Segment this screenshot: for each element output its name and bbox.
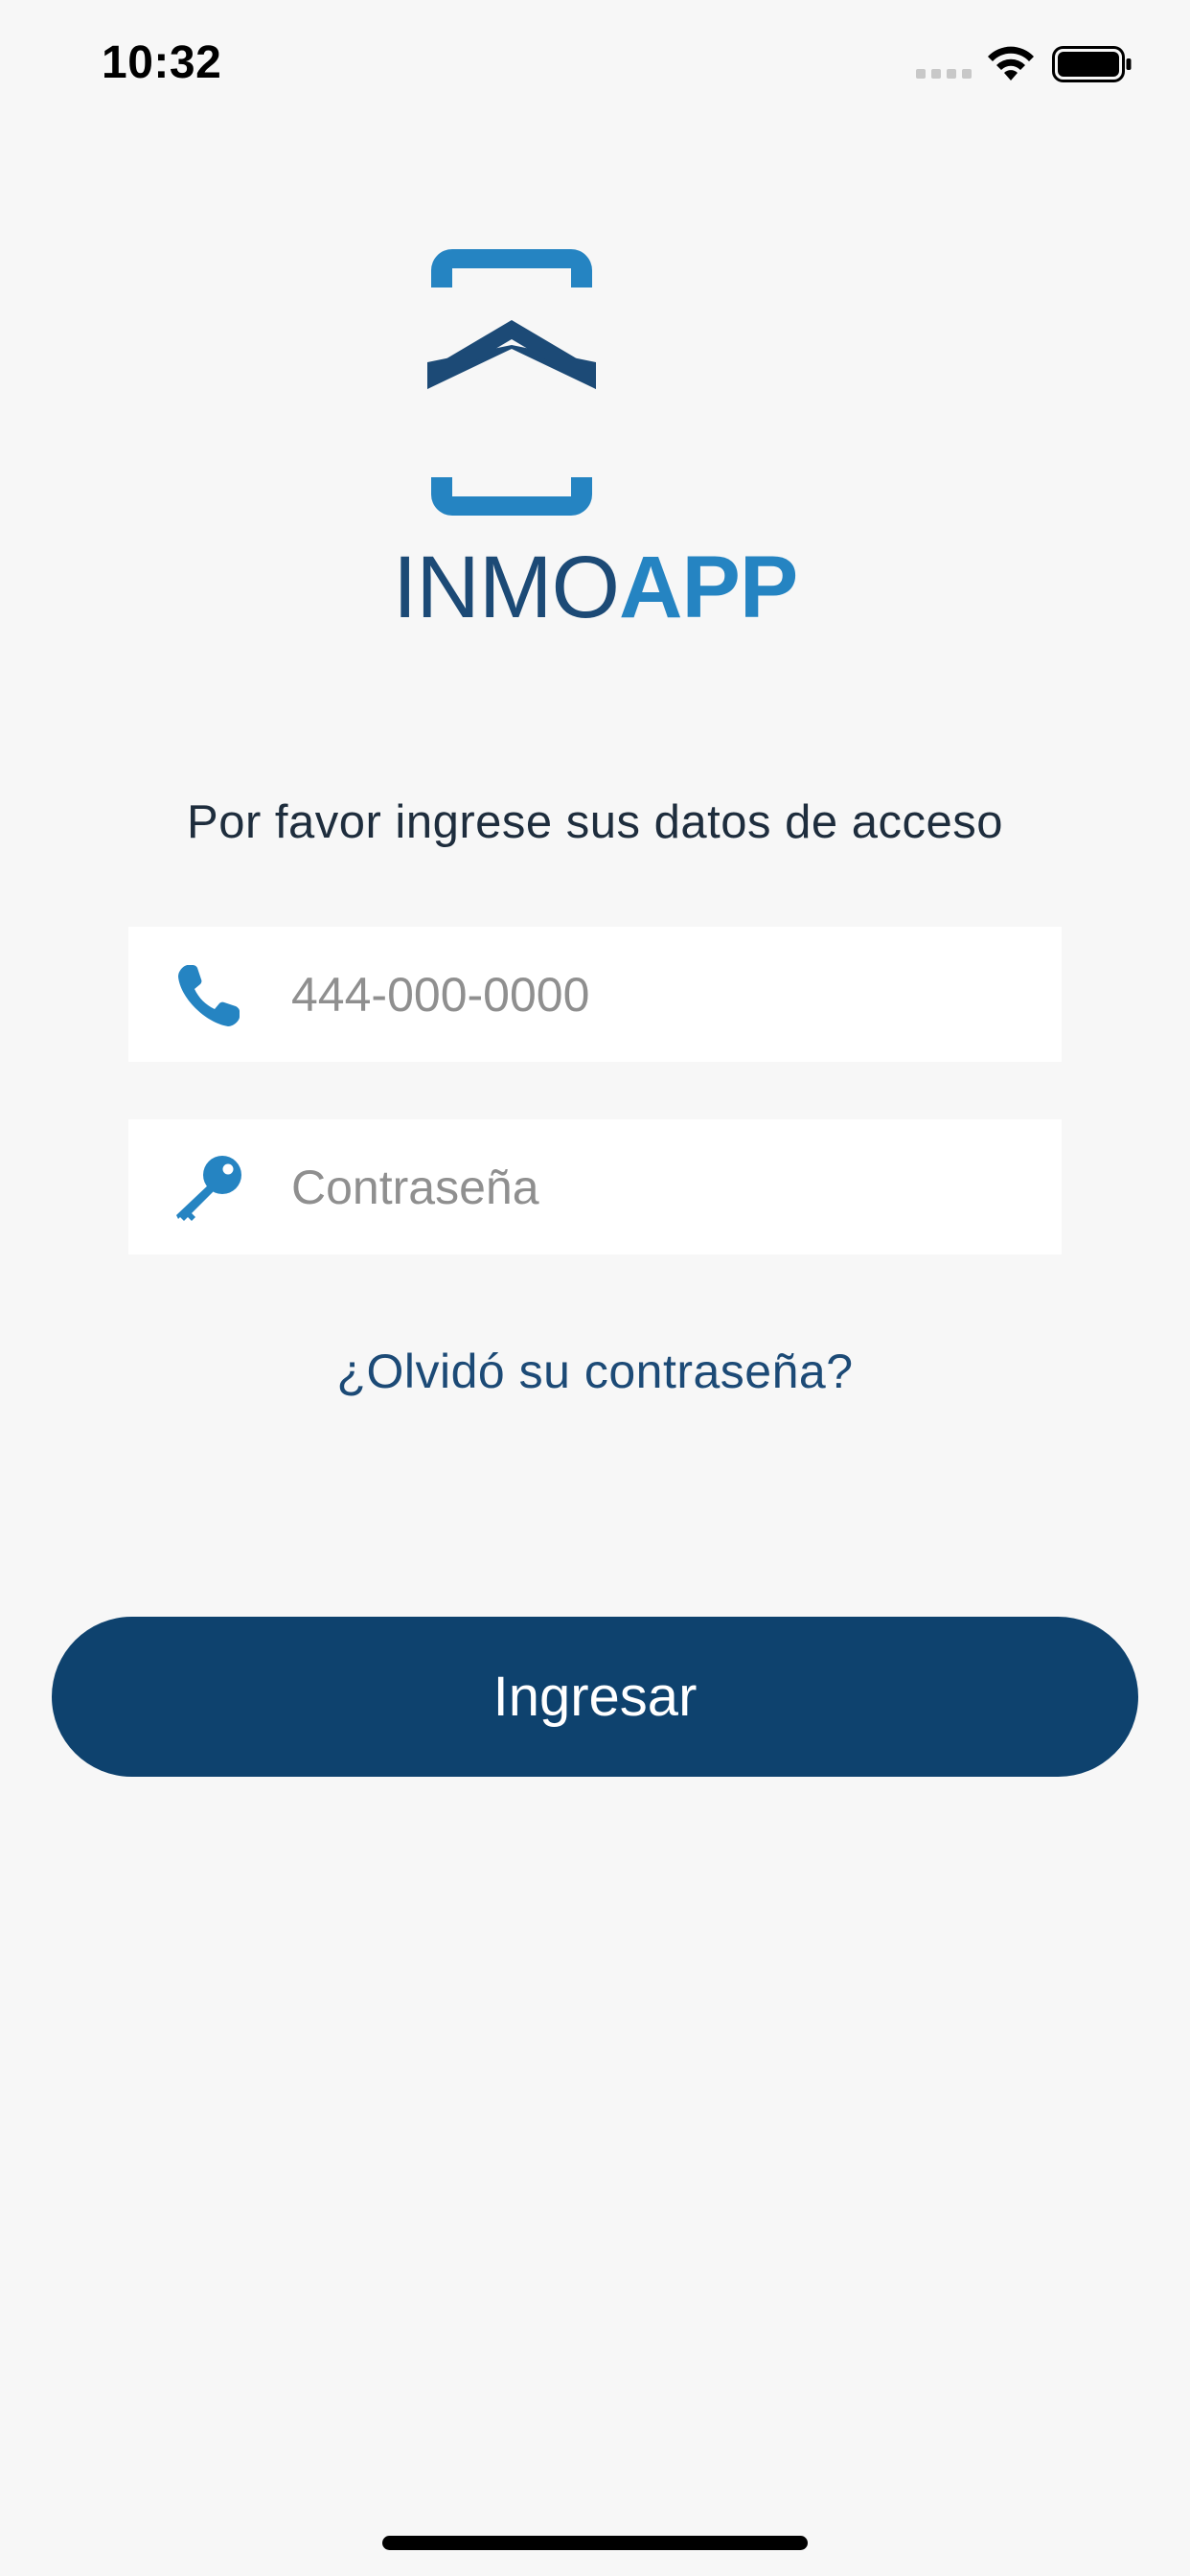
inmoapp-logo-icon [427,249,596,516]
wifi-icon [988,46,1034,80]
status-time: 10:32 [102,37,222,88]
phone-icon [178,965,240,1026]
phone-field[interactable] [128,927,1062,1062]
password-field[interactable] [128,1119,1062,1254]
forgot-password-link[interactable]: ¿Olvidó su contraseña? [0,1344,1190,1399]
battery-icon [1052,46,1132,82]
app-logo-text: INMOAPP [0,543,1190,632]
logo-text-light: INMO [392,539,620,636]
cellular-signal-icon [916,69,972,79]
login-prompt: Por favor ingrese sus datos de acceso [187,796,1003,848]
key-icon [176,1156,241,1221]
phone-input[interactable] [291,927,1039,1062]
password-input[interactable] [291,1119,1039,1254]
logo-text-bold: APP [619,539,798,636]
login-button[interactable]: Ingresar [52,1617,1138,1777]
home-indicator[interactable] [382,2536,808,2550]
